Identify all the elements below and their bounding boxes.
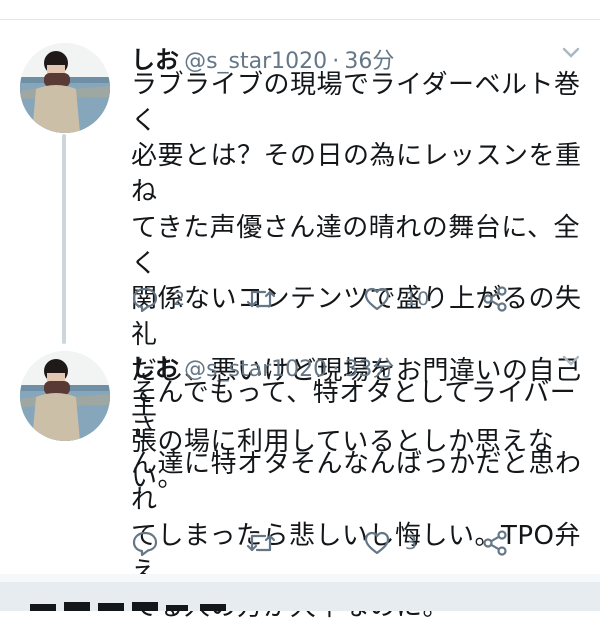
- like-count: 10: [405, 288, 430, 310]
- tweet-2[interactable]: しお @s_star1020 · 33分 そんでもって、特オタとしてライバーさ …: [0, 348, 600, 622]
- text-line: ラブライブの現場でライダーベルト巻く: [131, 70, 581, 136]
- chevron-down-icon[interactable]: [562, 46, 580, 60]
- like-button[interactable]: 10: [363, 284, 429, 314]
- reply-icon: [132, 287, 158, 313]
- reply-icon: [132, 531, 158, 557]
- retweet-button[interactable]: [245, 528, 291, 558]
- next-item-clipped: [0, 596, 600, 611]
- like-icon: [364, 531, 390, 555]
- text-line: ん達に特オタそんなんばっかだと思われ: [131, 449, 582, 516]
- text-line: そんでもって、特オタとしてライバーさ: [131, 378, 577, 444]
- action-bar: 2 10: [131, 284, 591, 314]
- reply-button[interactable]: 2: [131, 284, 185, 314]
- retweet-button[interactable]: [245, 284, 291, 314]
- like-count: 3: [405, 532, 418, 554]
- share-icon: [483, 286, 507, 312]
- text-line: 必要とは？その日の為にレッスンを重ね: [131, 141, 582, 208]
- share-icon: [483, 530, 507, 556]
- separator-strip: [0, 574, 600, 582]
- reply-button[interactable]: [131, 528, 173, 558]
- chevron-down-icon[interactable]: [562, 354, 580, 368]
- top-divider: [0, 19, 600, 20]
- share-button[interactable]: [481, 528, 509, 558]
- avatar[interactable]: [20, 43, 110, 133]
- text-line: てきた声優さん達の晴れの舞台に、全く: [131, 212, 580, 279]
- reply-count: 2: [173, 288, 186, 310]
- retweet-icon: [246, 534, 276, 552]
- avatar[interactable]: [20, 351, 110, 441]
- like-icon: [364, 287, 390, 311]
- like-button[interactable]: 3: [363, 528, 417, 558]
- share-button[interactable]: [481, 284, 509, 314]
- tweet-1[interactable]: しお @s_star1020 · 36分 ラブライブの現場でライダーベルト巻く …: [0, 40, 600, 493]
- action-bar: 3: [131, 528, 591, 558]
- retweet-icon: [246, 290, 276, 308]
